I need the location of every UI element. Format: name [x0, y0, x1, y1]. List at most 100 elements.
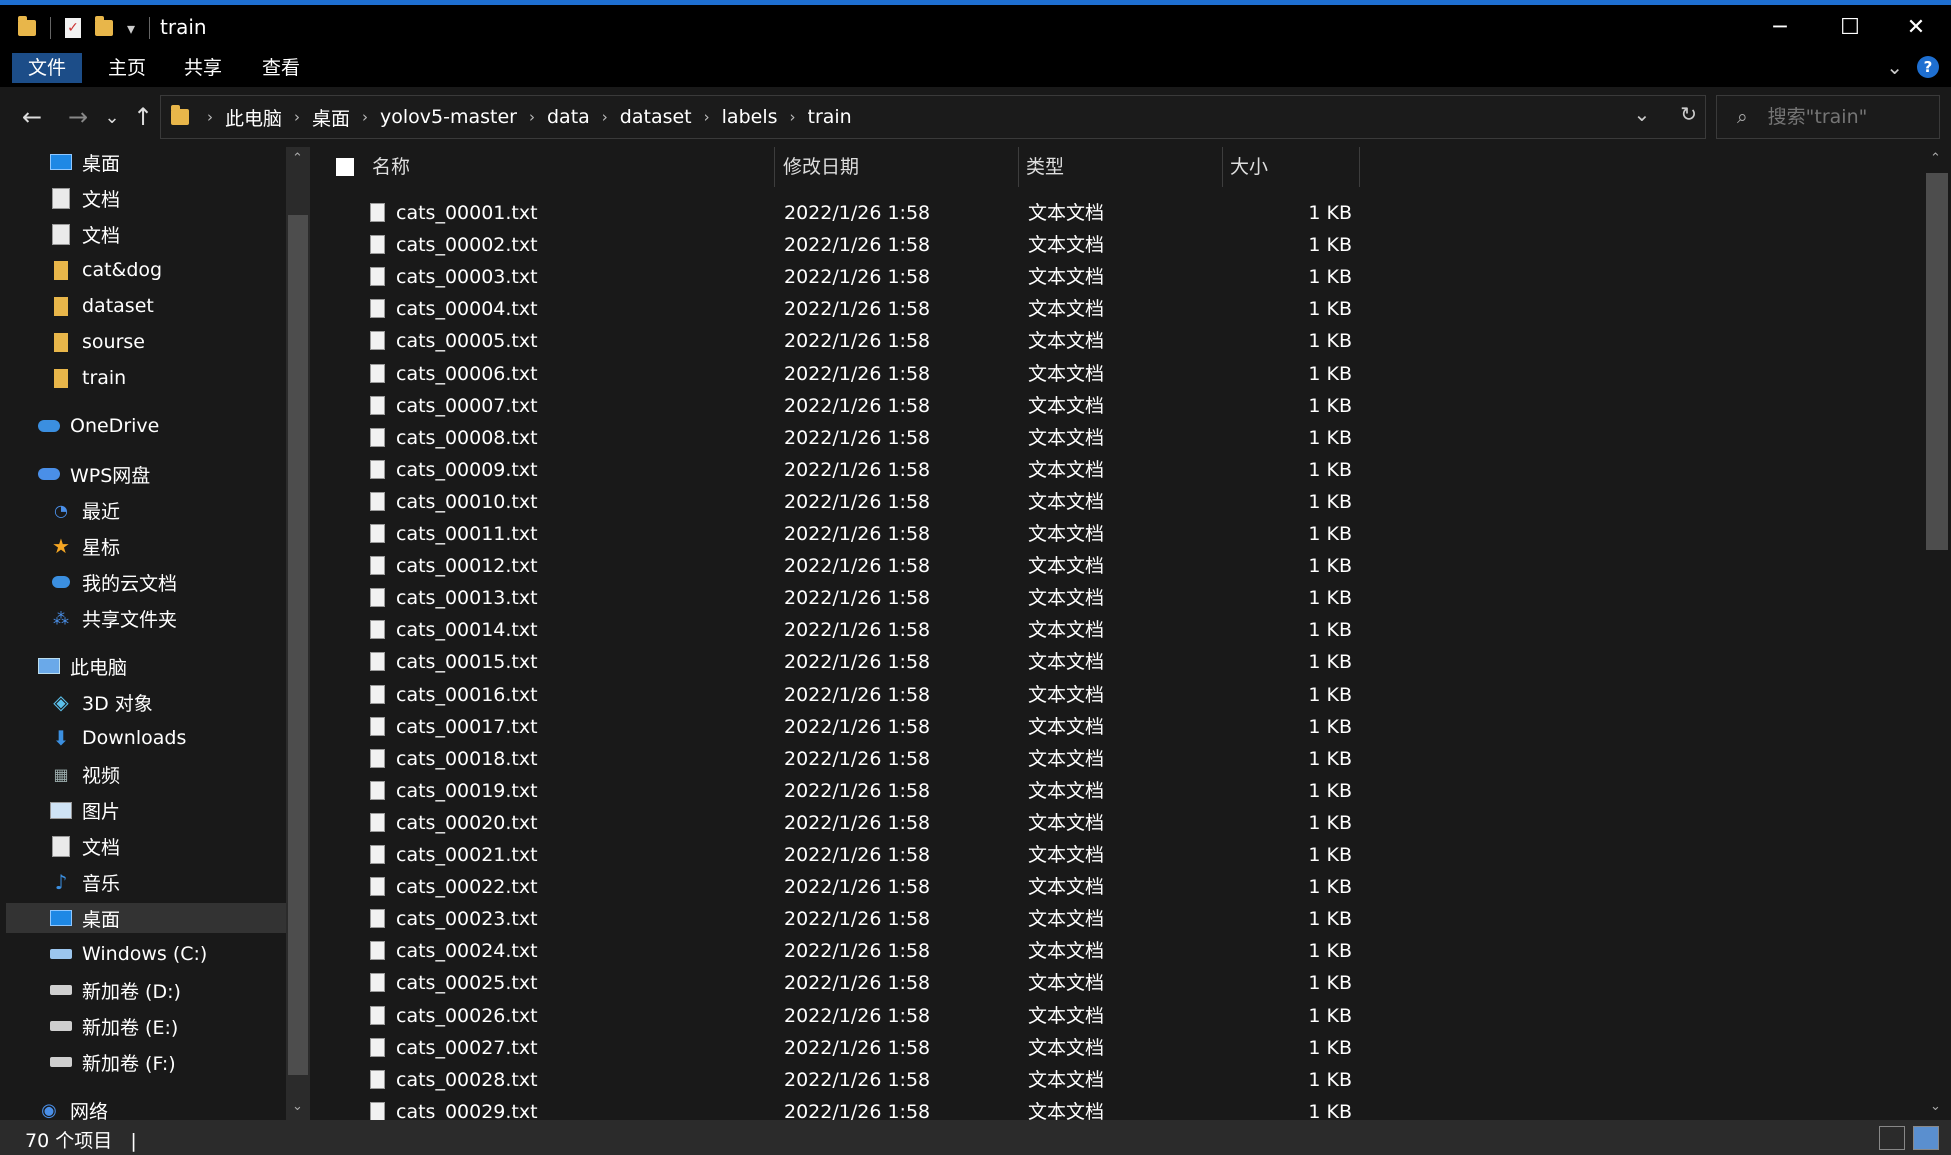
address-bar[interactable]: › 此电脑 › 桌面 › yolov5-master › data › data…	[160, 95, 1706, 139]
nav-item-downloads[interactable]: ⬇ Downloads	[50, 723, 310, 753]
file-row[interactable]: cats_00016.txt 2022/1/26 1:58 文本文档 1 KB	[316, 679, 1516, 711]
scroll-down-icon[interactable]: ⌄	[292, 1099, 303, 1114]
file-row[interactable]: cats_00012.txt 2022/1/26 1:58 文本文档 1 KB	[316, 550, 1516, 582]
customize-quick-access-icon[interactable]: ▾	[127, 19, 135, 38]
file-row[interactable]: cats_00006.txt 2022/1/26 1:58 文本文档 1 KB	[316, 358, 1516, 390]
file-row[interactable]: cats_00029.txt 2022/1/26 1:58 文本文档 1 KB	[316, 1096, 1516, 1120]
file-row[interactable]: cats_00018.txt 2022/1/26 1:58 文本文档 1 KB	[316, 743, 1516, 775]
file-row[interactable]: cats_00022.txt 2022/1/26 1:58 文本文档 1 KB	[316, 871, 1516, 903]
file-row[interactable]: cats_00002.txt 2022/1/26 1:58 文本文档 1 KB	[316, 229, 1516, 261]
search-box[interactable]: ⌕	[1716, 95, 1940, 139]
chevron-right-icon[interactable]: ›	[602, 108, 608, 126]
chevron-right-icon[interactable]: ›	[294, 108, 300, 126]
column-divider[interactable]	[774, 147, 775, 187]
nav-item-this-pc[interactable]: 此电脑	[38, 651, 310, 681]
nav-item-videos[interactable]: ▦ 视频	[50, 759, 310, 789]
file-row[interactable]: cats_00004.txt 2022/1/26 1:58 文本文档 1 KB	[316, 293, 1516, 325]
breadcrumb-desktop[interactable]: 桌面	[312, 104, 350, 131]
chevron-right-icon[interactable]: ›	[207, 108, 213, 126]
column-divider[interactable]	[1222, 147, 1223, 187]
file-row[interactable]: cats_00019.txt 2022/1/26 1:58 文本文档 1 KB	[316, 775, 1516, 807]
close-button[interactable]: ✕	[1881, 5, 1951, 49]
file-row[interactable]: cats_00017.txt 2022/1/26 1:58 文本文档 1 KB	[316, 711, 1516, 743]
nav-item-shared-folder[interactable]: ⁂ 共享文件夹	[50, 603, 310, 633]
nav-item-desktop-pinned[interactable]: 桌面 📌	[50, 147, 310, 177]
tab-share[interactable]: 共享	[168, 53, 238, 83]
file-row[interactable]: cats_00026.txt 2022/1/26 1:58 文本文档 1 KB	[316, 1000, 1516, 1032]
file-row[interactable]: cats_00001.txt 2022/1/26 1:58 文本文档 1 KB	[316, 197, 1516, 229]
file-row[interactable]: cats_00021.txt 2022/1/26 1:58 文本文档 1 KB	[316, 839, 1516, 871]
nav-item-starred[interactable]: ★ 星标	[50, 531, 310, 561]
breadcrumb-dataset[interactable]: dataset	[620, 106, 692, 128]
nav-item-sourse[interactable]: sourse	[50, 327, 310, 357]
nav-item-drive-c[interactable]: Windows (C:)	[50, 939, 310, 969]
nav-item-pictures[interactable]: 图片	[50, 795, 310, 825]
column-header-name[interactable]: 名称	[372, 147, 772, 187]
file-row[interactable]: cats_00005.txt 2022/1/26 1:58 文本文档 1 KB	[316, 325, 1516, 357]
column-divider[interactable]	[1018, 147, 1019, 187]
breadcrumb-train[interactable]: train	[808, 106, 852, 128]
breadcrumb-labels[interactable]: labels	[722, 106, 778, 128]
search-input[interactable]	[1765, 105, 1920, 129]
column-header-modified[interactable]: 修改日期	[783, 147, 1023, 187]
nav-item-dataset[interactable]: dataset	[50, 291, 310, 321]
file-row[interactable]: cats_00009.txt 2022/1/26 1:58 文本文档 1 KB	[316, 454, 1516, 486]
refresh-icon[interactable]: ↻	[1680, 102, 1697, 126]
file-list-scrollbar[interactable]: ⌃ ⌄	[1922, 147, 1951, 1120]
file-row[interactable]: cats_00014.txt 2022/1/26 1:58 文本文档 1 KB	[316, 614, 1516, 646]
file-row[interactable]: cats_00010.txt 2022/1/26 1:58 文本文档 1 KB	[316, 486, 1516, 518]
scroll-up-icon[interactable]: ⌃	[1930, 151, 1941, 166]
nav-item-wps-cloud[interactable]: WPS网盘	[38, 459, 310, 489]
tab-file[interactable]: 文件	[12, 53, 83, 83]
file-row[interactable]: cats_00027.txt 2022/1/26 1:58 文本文档 1 KB	[316, 1032, 1516, 1064]
nav-item-documents-pinned-2[interactable]: 文档 📌	[50, 219, 310, 249]
column-divider[interactable]	[1359, 147, 1360, 187]
file-row[interactable]: cats_00020.txt 2022/1/26 1:58 文本文档 1 KB	[316, 807, 1516, 839]
file-row[interactable]: cats_00011.txt 2022/1/26 1:58 文本文档 1 KB	[316, 518, 1516, 550]
nav-item-drive-f[interactable]: 新加卷 (F:)	[50, 1047, 310, 1077]
large-icons-view-button[interactable]	[1913, 1126, 1939, 1150]
column-header-type[interactable]: 类型	[1026, 147, 1226, 187]
file-row[interactable]: cats_00025.txt 2022/1/26 1:58 文本文档 1 KB	[316, 967, 1516, 999]
forward-button[interactable]: →	[60, 99, 96, 135]
help-icon[interactable]: ?	[1917, 56, 1939, 78]
file-row[interactable]: cats_00028.txt 2022/1/26 1:58 文本文档 1 KB	[316, 1064, 1516, 1096]
scrollbar-thumb[interactable]	[288, 215, 308, 1075]
nav-item-network[interactable]: ◉ 网络	[38, 1095, 310, 1121]
back-button[interactable]: ←	[14, 99, 50, 135]
new-folder-icon[interactable]	[95, 16, 113, 36]
nav-item-documents-pinned[interactable]: 文档 📌	[50, 183, 310, 213]
file-row[interactable]: cats_00013.txt 2022/1/26 1:58 文本文档 1 KB	[316, 582, 1516, 614]
nav-item-3d-objects[interactable]: ◈ 3D 对象	[50, 687, 310, 717]
maximize-button[interactable]: ☐	[1815, 5, 1885, 49]
breadcrumb-yolov5-master[interactable]: yolov5-master	[380, 106, 517, 128]
file-row[interactable]: cats_00024.txt 2022/1/26 1:58 文本文档 1 KB	[316, 935, 1516, 967]
scrollbar-thumb[interactable]	[1926, 173, 1948, 550]
properties-icon[interactable]: ✓	[65, 18, 81, 38]
navpane-scrollbar[interactable]: ⌃ ⌄	[286, 147, 310, 1120]
file-row[interactable]: cats_00015.txt 2022/1/26 1:58 文本文档 1 KB	[316, 646, 1516, 678]
chevron-right-icon[interactable]: ›	[529, 108, 535, 126]
chevron-right-icon[interactable]: ›	[790, 108, 796, 126]
nav-item-my-cloud-docs[interactable]: 我的云文档	[50, 567, 310, 597]
nav-item-cat-dog[interactable]: cat&dog	[50, 255, 310, 285]
chevron-right-icon[interactable]: ›	[704, 108, 710, 126]
scroll-down-icon[interactable]: ⌄	[1930, 1099, 1941, 1114]
file-row[interactable]: cats_00003.txt 2022/1/26 1:58 文本文档 1 KB	[316, 261, 1516, 293]
nav-item-train[interactable]: train	[50, 363, 310, 393]
chevron-right-icon[interactable]: ›	[362, 108, 368, 126]
file-row[interactable]: cats_00007.txt 2022/1/26 1:58 文本文档 1 KB	[316, 390, 1516, 422]
file-row[interactable]: cats_00023.txt 2022/1/26 1:58 文本文档 1 KB	[316, 903, 1516, 935]
details-view-button[interactable]	[1879, 1126, 1905, 1150]
breadcrumb-this-pc[interactable]: 此电脑	[225, 104, 282, 131]
address-dropdown-icon[interactable]: ⌄	[1633, 102, 1650, 126]
column-header-size[interactable]: 大小	[1230, 147, 1330, 187]
nav-item-desktop[interactable]: 桌面	[6, 903, 286, 933]
scroll-up-icon[interactable]: ⌃	[292, 151, 303, 166]
expand-ribbon-icon[interactable]: ⌄	[1886, 55, 1903, 79]
minimize-button[interactable]: ─	[1745, 5, 1815, 49]
nav-item-recent[interactable]: ◔ 最近	[50, 495, 310, 525]
file-row[interactable]: cats_00008.txt 2022/1/26 1:58 文本文档 1 KB	[316, 422, 1516, 454]
nav-item-music[interactable]: ♪ 音乐	[50, 867, 310, 897]
nav-item-drive-e[interactable]: 新加卷 (E:)	[50, 1011, 310, 1041]
